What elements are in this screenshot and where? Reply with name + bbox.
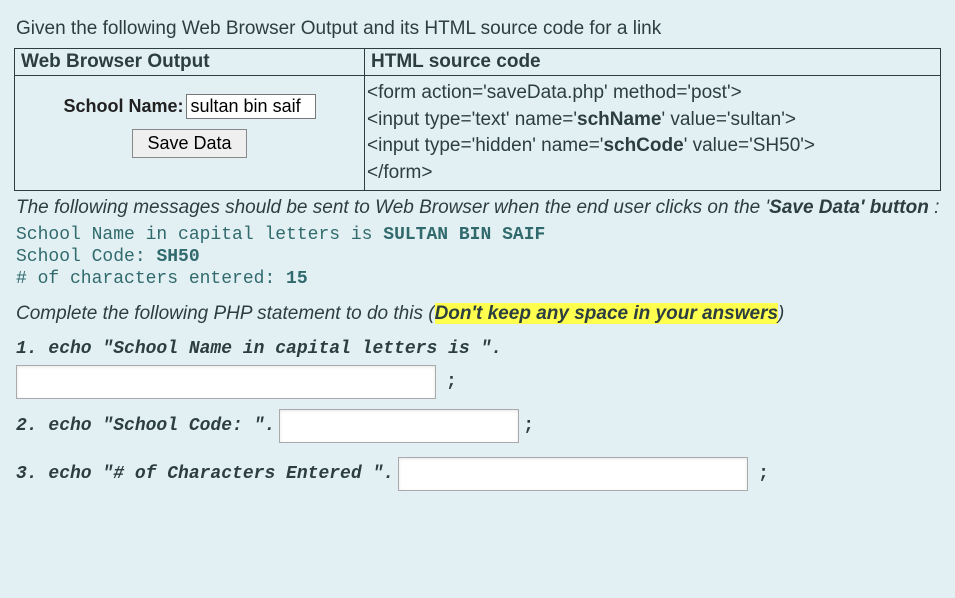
answer-input-2[interactable] [279,409,519,443]
output-line-2: School Code: SH50 [16,247,941,267]
answer-input-3[interactable] [398,457,748,491]
code-line-2: <input type='text' name='schName' value=… [367,107,934,134]
save-data-button[interactable]: Save Data [132,129,246,158]
messages-intro: The following messages should be sent to… [16,197,941,219]
semicolon-2: ; [523,416,534,436]
complete-instruction: Complete the following PHP statement to … [16,303,941,325]
code-line-3: <input type='hidden' name='schCode' valu… [367,133,934,160]
html-source-cell: <form action='saveData.php' method='post… [365,76,941,191]
col-header-right: HTML source code [365,49,941,76]
semicolon-3: ; [758,464,769,484]
school-name-input[interactable] [186,94,316,119]
intro-text: Given the following Web Browser Output a… [16,18,941,40]
code-line-1: <form action='saveData.php' method='post… [367,80,934,107]
output-line-1: School Name in capital letters is SULTAN… [16,225,941,245]
browser-output-cell: School Name: Save Data [15,76,365,191]
code-line-4: </form> [367,160,934,187]
col-header-left: Web Browser Output [15,49,365,76]
school-name-label: School Name: [63,96,183,116]
question-3-code: 3. echo "# of Characters Entered ". [16,464,394,484]
question-1-code: 1. echo "School Name in capital letters … [16,339,941,359]
example-table: Web Browser Output HTML source code Scho… [14,48,941,191]
question-2-code: 2. echo "School Code: ". [16,416,275,436]
semicolon-1: ; [446,372,457,392]
answer-input-1[interactable] [16,365,436,399]
output-line-3: # of characters entered: 15 [16,269,941,289]
